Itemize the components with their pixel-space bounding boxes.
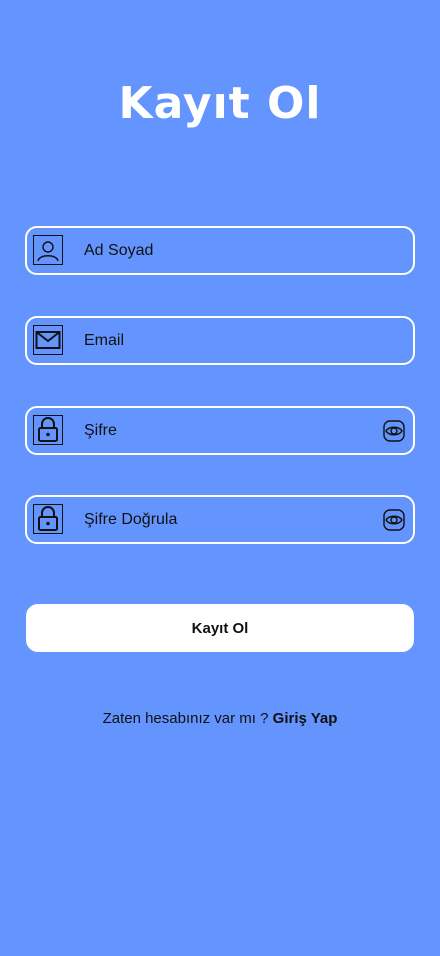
login-prompt-text: Zaten hesabınız var mı ? <box>102 710 269 727</box>
confirm-password-field[interactable]: Şifre Doğrula <box>25 495 415 544</box>
password-field[interactable]: Şifre <box>25 406 415 455</box>
full-name-field[interactable]: Ad Soyad <box>25 226 415 275</box>
user-icon <box>33 235 63 265</box>
confirm-password-placeholder: Şifre Doğrula <box>84 511 178 528</box>
mail-icon <box>33 325 63 355</box>
password-placeholder: Şifre <box>84 422 117 439</box>
page-title: Kayıt Ol <box>118 78 322 129</box>
login-prompt: Zaten hesabınız var mı ? Giriş Yap <box>0 710 440 727</box>
lock-icon <box>33 415 63 445</box>
full-name-placeholder: Ad Soyad <box>84 242 154 259</box>
login-link[interactable]: Giriş Yap <box>273 710 338 727</box>
eye-icon[interactable] <box>383 420 405 442</box>
eye-icon[interactable] <box>383 509 405 531</box>
lock-icon <box>33 504 63 534</box>
register-button[interactable]: Kayıt Ol <box>26 604 414 652</box>
email-field[interactable]: Email <box>25 316 415 365</box>
email-placeholder: Email <box>84 332 125 349</box>
